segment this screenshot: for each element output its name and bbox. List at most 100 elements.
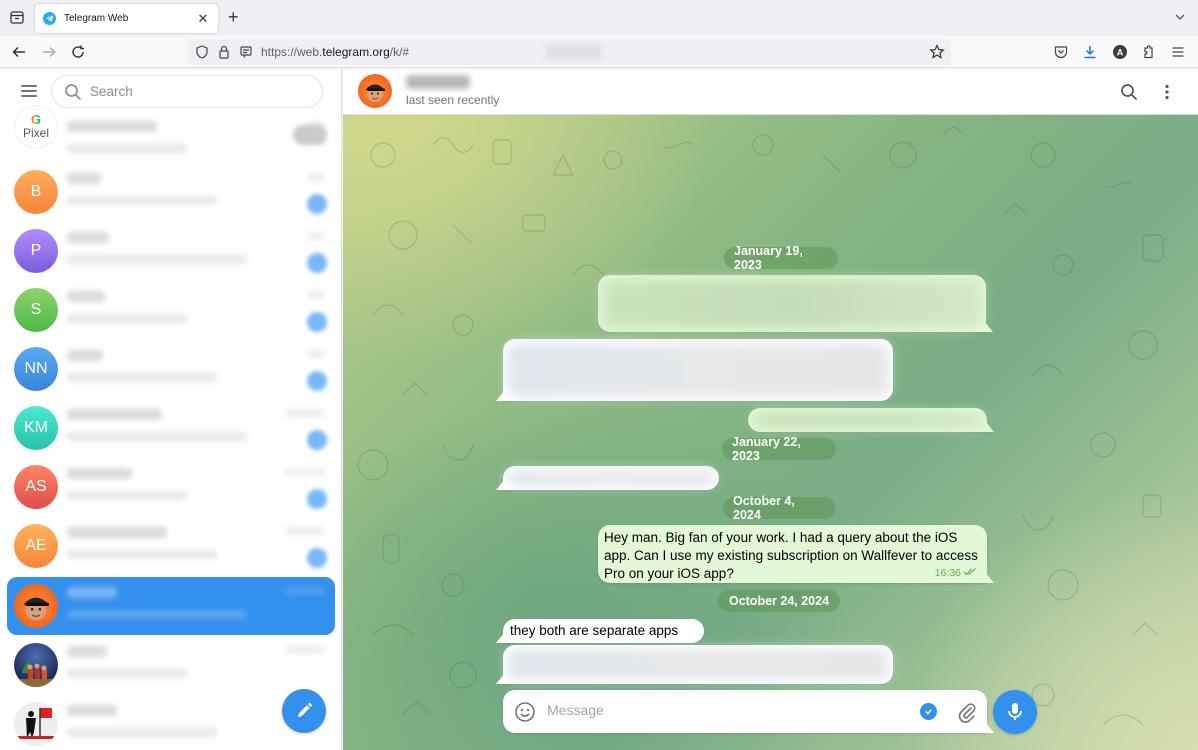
chat-list-item[interactable]: AS xyxy=(7,458,335,516)
telegram-favicon-icon xyxy=(43,12,56,25)
attach-paperclip-icon[interactable] xyxy=(956,701,978,723)
app-menu-icon[interactable] xyxy=(1169,43,1187,61)
reload-button[interactable] xyxy=(69,43,87,61)
tab-close-icon[interactable]: ✕ xyxy=(196,11,210,27)
url-redacted xyxy=(545,44,602,60)
shield-icon[interactable] xyxy=(194,44,210,60)
forward-button[interactable] xyxy=(40,43,58,61)
chat-preview-redacted xyxy=(67,373,217,382)
chat-list-item[interactable]: S xyxy=(7,281,335,339)
back-button[interactable] xyxy=(10,43,28,61)
chat-name-redacted xyxy=(67,350,103,361)
chat-list-item[interactable] xyxy=(7,577,335,635)
address-bar[interactable]: https://web.telegram.org/k/# xyxy=(188,39,951,65)
chat-avatar: AS xyxy=(14,465,58,509)
chat-list-item[interactable]: AE xyxy=(7,517,335,575)
chat-list-item[interactable]: B xyxy=(7,163,335,221)
incoming-message[interactable] xyxy=(496,466,719,490)
date-separator: October 24, 2024 xyxy=(718,590,840,612)
chat-list-item[interactable]: P xyxy=(7,222,335,280)
browser-tab-telegram[interactable]: Telegram Web ✕ xyxy=(35,4,218,33)
outgoing-message[interactable] xyxy=(748,408,994,432)
chat-avatar xyxy=(14,584,58,628)
chat-list-item[interactable] xyxy=(7,636,335,694)
main-menu-icon[interactable] xyxy=(19,83,39,99)
new-tab-button[interactable]: + xyxy=(228,8,239,26)
reader-view-icon[interactable] xyxy=(238,44,254,60)
message-redacted xyxy=(507,343,889,397)
chat-avatar xyxy=(14,702,58,746)
chat-time-redacted xyxy=(285,587,325,595)
message-text: Hey man. Big fan of your work. I had a q… xyxy=(604,530,978,581)
chat-list-item[interactable]: G Pixel xyxy=(7,105,335,169)
date-separator: January 19, 2023 xyxy=(724,244,838,272)
microphone-icon xyxy=(1008,703,1022,720)
chat-list-item[interactable]: KM xyxy=(7,399,335,457)
incoming-message[interactable]: they both are separate apps18:28 xyxy=(496,619,704,660)
contact-name-redacted xyxy=(406,75,470,89)
tab-list-icon[interactable] xyxy=(8,8,26,26)
chat-avatar: AE xyxy=(14,524,58,568)
chat-avatar: P xyxy=(14,229,58,273)
lock-icon[interactable] xyxy=(216,44,232,60)
chat-avatar: S xyxy=(14,288,58,332)
chat-preview-redacted xyxy=(67,491,187,500)
unread-badge xyxy=(307,430,327,450)
date-separator: January 22, 2023 xyxy=(722,435,836,463)
tab-title: Telegram Web xyxy=(64,13,129,24)
search-input[interactable] xyxy=(90,84,290,99)
chat-name-redacted xyxy=(67,705,117,716)
photo-festival-icon xyxy=(14,663,58,687)
chat-time-redacted xyxy=(285,409,325,417)
chat-avatar: NN xyxy=(14,347,58,391)
chat-list-item[interactable]: NN xyxy=(7,340,335,398)
chat-preview-redacted xyxy=(67,144,187,153)
account-avatar-icon[interactable]: A xyxy=(1111,43,1129,61)
chat-search-icon[interactable] xyxy=(1120,83,1138,101)
bookmark-star-icon[interactable] xyxy=(929,44,945,65)
pixel-label: Pixel xyxy=(22,126,49,140)
contact-avatar[interactable] xyxy=(358,74,392,108)
chat-preview-redacted xyxy=(67,610,247,619)
message-input[interactable] xyxy=(547,702,907,718)
search-box[interactable] xyxy=(51,75,323,108)
unread-badge xyxy=(307,489,327,509)
google-g-icon: G xyxy=(30,112,42,127)
chat-avatar xyxy=(14,643,58,687)
pencil-icon xyxy=(298,703,312,717)
message-redacted xyxy=(752,412,983,428)
message-redacted xyxy=(507,649,889,680)
search-icon xyxy=(64,83,82,101)
more-options-icon[interactable] xyxy=(1158,83,1176,101)
message-redacted xyxy=(507,470,715,486)
chat-preview-redacted xyxy=(67,432,247,441)
chat-time-redacted xyxy=(285,468,325,476)
message-text: they both are separate apps xyxy=(510,623,679,638)
downloads-icon[interactable] xyxy=(1081,43,1099,61)
unread-badge xyxy=(307,194,327,214)
chat-preview-redacted xyxy=(67,728,217,737)
message-composer xyxy=(503,690,994,733)
chat-preview-redacted xyxy=(67,255,247,264)
unread-badge xyxy=(293,125,327,145)
voice-record-button[interactable] xyxy=(993,690,1037,734)
new-message-button[interactable] xyxy=(282,689,326,733)
chat-name-redacted xyxy=(67,409,162,420)
checkmark-icon[interactable] xyxy=(920,703,937,720)
chat-avatar: KM xyxy=(14,406,58,450)
extensions-puzzle-icon[interactable] xyxy=(1140,43,1158,61)
emoji-icon[interactable] xyxy=(514,701,536,723)
chat-header[interactable]: last seen recently xyxy=(343,69,1198,115)
browser-tab-bar: Telegram Web ✕ + xyxy=(0,0,1198,36)
unread-badge xyxy=(307,312,327,332)
memoji-icon xyxy=(24,597,49,621)
incoming-message[interactable] xyxy=(496,339,893,401)
pocket-icon[interactable] xyxy=(1052,43,1070,61)
tab-overflow-chevron-icon[interactable] xyxy=(1174,10,1186,28)
chat-avatar: G Pixel xyxy=(14,105,58,149)
outgoing-message[interactable]: Hey man. Big fan of your work. I had a q… xyxy=(598,525,994,583)
outgoing-message[interactable] xyxy=(598,275,993,332)
memoji-icon xyxy=(366,84,385,102)
incoming-message[interactable] xyxy=(496,645,893,684)
browser-nav-bar: https://web.telegram.org/k/# A xyxy=(0,36,1198,68)
